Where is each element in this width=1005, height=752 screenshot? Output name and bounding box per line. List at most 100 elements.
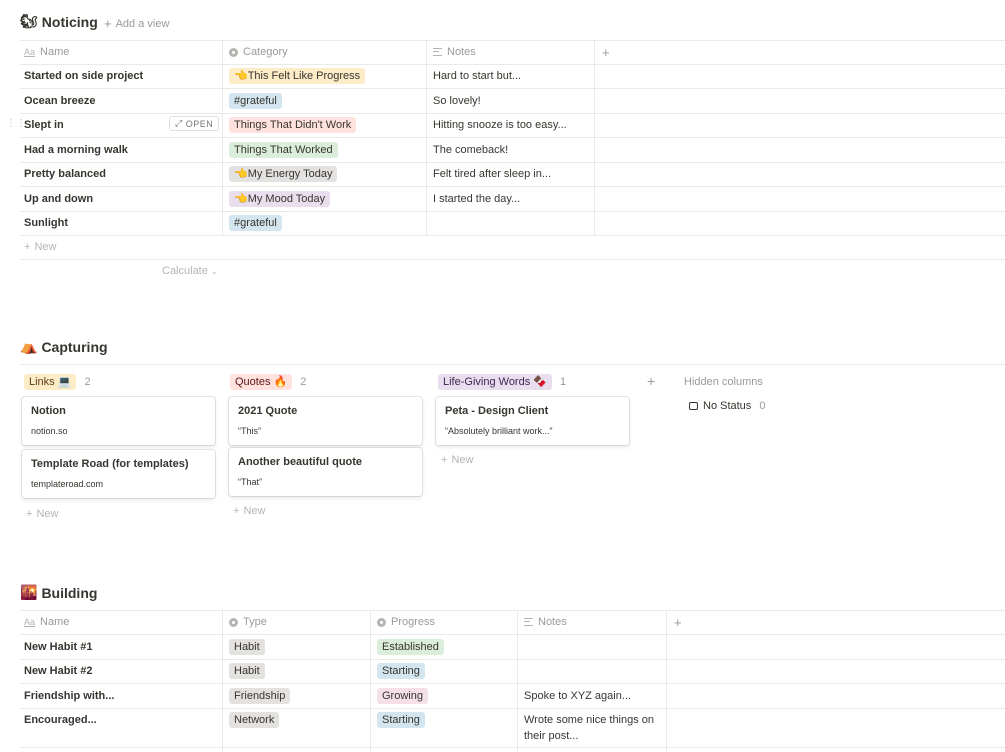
table-row-notes[interactable]: Felt tired after sleep in... [433, 162, 551, 186]
open-row-button[interactable]: ⤢ OPEN [169, 116, 220, 131]
plus-icon: + [647, 373, 656, 389]
card-url: notion.so [31, 426, 68, 436]
table-row-name[interactable]: New Habit #1 [24, 635, 92, 659]
table-row-name[interactable]: Pretty balanced [24, 162, 106, 186]
add-group-button[interactable]: + [647, 373, 655, 389]
divider [222, 610, 223, 752]
table-row-notes[interactable]: I started the day... [433, 187, 520, 211]
board-card[interactable]: 2021 Quote “This” [229, 397, 422, 445]
table-row-category[interactable]: Things That Worked [229, 138, 338, 162]
column-header-notes[interactable]: Notes [433, 40, 476, 64]
table-row-notes[interactable]: The comeback! [433, 138, 508, 162]
table-row-progress[interactable]: Starting [377, 708, 425, 732]
table-row-name[interactable]: Up and down [24, 187, 93, 211]
table-row-type[interactable]: Network [229, 708, 280, 732]
column-header-label: Progress [391, 616, 436, 628]
progress-tag: Starting [377, 712, 425, 728]
noticing-title-text: Noticing [41, 13, 98, 30]
column-header-label: Category [243, 46, 288, 58]
select-property-icon [377, 617, 386, 627]
text-lines-icon [433, 48, 442, 56]
no-status-column[interactable]: No Status 0 [689, 400, 765, 412]
plus-icon: + [441, 454, 448, 466]
new-row-button[interactable]: + New [24, 241, 56, 253]
board-card[interactable]: Template Road (for templates) templatero… [22, 450, 215, 498]
divider [20, 747, 1005, 748]
column-header-label: Name [40, 46, 70, 58]
table-row-name[interactable]: Friendship with... [24, 684, 114, 708]
new-card-button[interactable]: + New [441, 454, 473, 466]
table-row-name[interactable]: Slept in [24, 113, 64, 137]
drag-handle-icon[interactable]: ⋮⋮ [6, 119, 26, 129]
table-row-notes[interactable]: Spoke to XYZ again... [524, 684, 631, 708]
column-header-category[interactable]: Category [229, 40, 288, 64]
table-row-progress[interactable]: Growing [377, 684, 428, 708]
calculate-label: Calculate [162, 265, 208, 277]
board-column-header-quotes[interactable]: Quotes 🔥 2 [230, 374, 306, 390]
type-tag: Habit [229, 663, 265, 679]
table-row-type[interactable]: Habit [229, 635, 265, 659]
calculate-button[interactable]: Calculate ⌄ [162, 265, 218, 277]
column-tag: Quotes 🔥 [230, 374, 293, 390]
divider [20, 683, 1005, 684]
board-column-header-links[interactable]: Links 💻 2 [24, 374, 91, 390]
add-view-label: Add a view [115, 17, 170, 30]
table-row-category[interactable]: 👈This Felt Like Progress [229, 64, 366, 88]
column-tag: Links 💻 [24, 374, 77, 390]
new-card-button[interactable]: + New [26, 508, 58, 520]
table-row-name[interactable]: Encouraged... [24, 708, 97, 732]
progress-tag: Established [377, 639, 444, 655]
table-row-category[interactable]: 👈My Energy Today [229, 162, 338, 186]
inbox-icon [689, 402, 698, 410]
column-count: 2 [300, 376, 307, 388]
new-card-button[interactable]: + New [233, 505, 265, 517]
board-column-header-life-giving-words[interactable]: Life-Giving Words 🍫 1 [438, 374, 566, 390]
plus-icon: + [233, 505, 240, 517]
category-tag: Things That Didn't Work [229, 117, 357, 133]
column-header-label: Notes [538, 616, 567, 628]
column-header-notes[interactable]: Notes [524, 610, 567, 634]
board-card[interactable]: Peta - Design Client “Absolutely brillia… [436, 397, 629, 445]
type-tag: Network [229, 712, 280, 728]
table-row-name[interactable]: Ocean breeze [24, 89, 96, 113]
board-card[interactable]: Another beautiful quote “That” [229, 448, 422, 496]
table-row-category[interactable]: #grateful [229, 211, 282, 235]
table-row-name[interactable]: New Habit #2 [24, 659, 92, 683]
column-header-progress[interactable]: Progress [377, 610, 435, 634]
select-property-icon [229, 47, 238, 57]
column-count: 2 [84, 376, 91, 388]
board-card[interactable]: Notion notion.so [22, 397, 215, 445]
table-row-notes[interactable]: Hitting snooze is too easy... [433, 113, 567, 137]
add-column-button[interactable]: + [602, 40, 610, 64]
chipmunk-icon: 🐿 [20, 13, 38, 29]
category-tag: #grateful [229, 215, 282, 231]
table-row-name[interactable]: Had a morning walk [24, 138, 128, 162]
table-row-notes[interactable]: Hard to start but... [433, 64, 521, 88]
table-row-progress[interactable]: Established [377, 635, 444, 659]
table-row-category[interactable]: 👈My Mood Today [229, 187, 331, 211]
table-row-progress[interactable]: Starting [377, 659, 425, 683]
add-column-button[interactable]: + [674, 610, 682, 634]
card-title: Template Road (for templates) [31, 458, 189, 470]
card-title: Peta - Design Client [445, 405, 549, 417]
open-label: OPEN [185, 118, 214, 129]
table-row-name[interactable]: Started on side project [24, 64, 143, 88]
table-row-type[interactable]: Habit [229, 659, 265, 683]
table-row-name[interactable]: Sunlight [24, 211, 68, 235]
no-status-count: 0 [759, 400, 766, 412]
divider [370, 610, 371, 752]
text-property-icon: Aa [24, 617, 36, 627]
building-title: 🌇 Building [20, 584, 97, 601]
column-header-name[interactable]: Aa Name [24, 40, 69, 64]
add-view-button[interactable]: + Add a view [104, 16, 169, 31]
card-quote: “Absolutely brilliant work...” [445, 426, 553, 436]
column-header-label: Name [40, 616, 70, 628]
plus-icon: + [104, 16, 112, 31]
table-row-category[interactable]: #grateful [229, 89, 282, 113]
table-row-category[interactable]: Things That Didn't Work [229, 113, 357, 137]
table-row-type[interactable]: Friendship [229, 684, 291, 708]
table-row-notes[interactable]: So lovely! [433, 89, 481, 113]
table-row-notes[interactable]: Wrote some nice things on their post... [524, 712, 664, 744]
column-header-name[interactable]: Aa Name [24, 610, 69, 634]
column-header-type[interactable]: Type [229, 610, 267, 634]
